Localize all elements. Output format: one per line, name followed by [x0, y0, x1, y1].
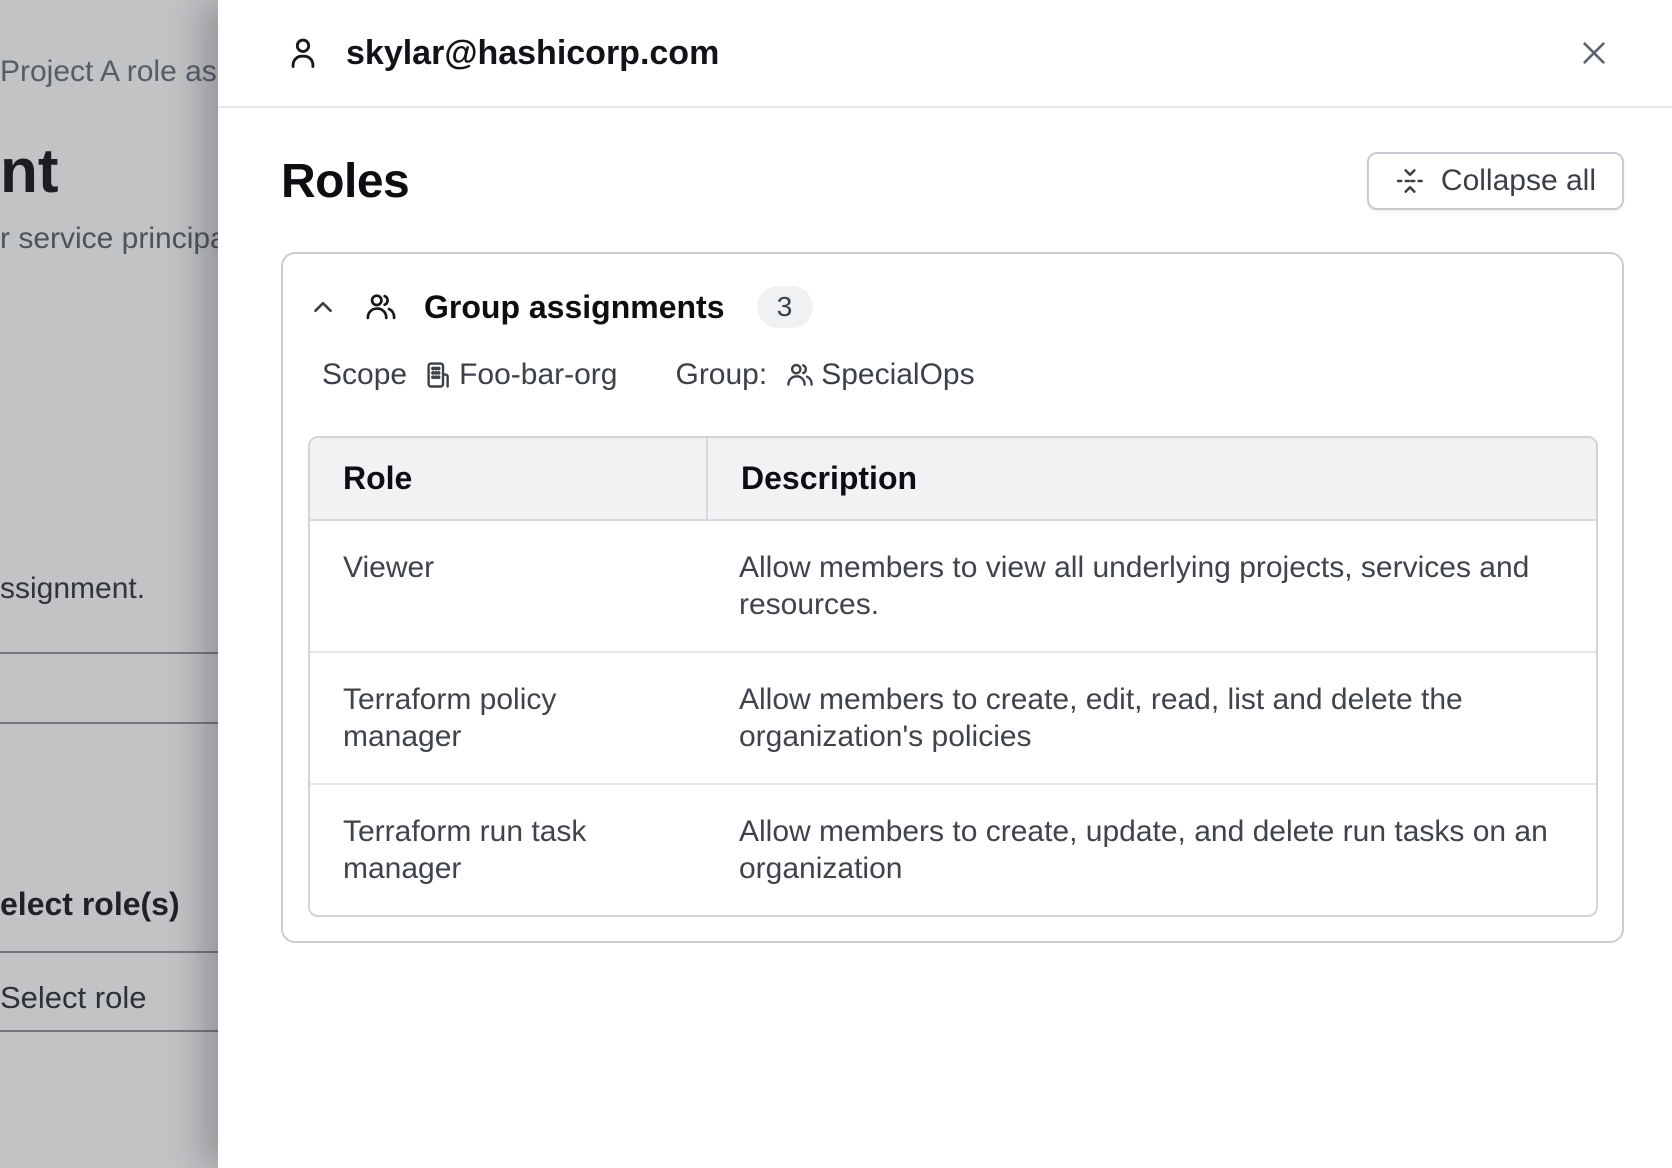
table-row: Terraform run task manager Allow members…	[310, 785, 1596, 915]
description-cell: Allow members to create, update, and del…	[706, 785, 1596, 915]
section-toggle-button[interactable]	[308, 292, 338, 322]
collapse-all-button[interactable]: Collapse all	[1367, 152, 1624, 210]
count-badge: 3	[757, 286, 813, 328]
table-row: Viewer Allow members to view all underly…	[310, 521, 1596, 653]
chevron-up-icon	[310, 294, 336, 320]
role-cell: Terraform run task manager	[310, 785, 706, 915]
background-description-text: r service principal	[0, 222, 233, 256]
page-title: Roles	[281, 154, 409, 209]
close-icon	[1578, 37, 1610, 69]
scope-label: Scope	[322, 358, 407, 392]
description-text: Allow members to view all underlying pro…	[739, 549, 1550, 623]
background-breadcrumb: Project A role assig	[0, 55, 255, 89]
person-icon	[284, 34, 322, 72]
role-cell: Viewer	[310, 521, 706, 651]
building-icon	[423, 360, 453, 390]
table-header: Role Description	[310, 438, 1596, 521]
close-button[interactable]	[1572, 31, 1616, 75]
column-header-description: Description	[706, 438, 1596, 519]
table-row: Terraform policy manager Allow members t…	[310, 653, 1596, 785]
scope-value: Foo-bar-org	[459, 358, 617, 392]
background-select-roles-label: elect role(s)	[0, 886, 180, 923]
description-cell: Allow members to view all underlying pro…	[706, 521, 1596, 651]
roles-table: Role Description Viewer Allow members to…	[308, 436, 1598, 917]
background-sentence-text: ssignment.	[0, 572, 145, 606]
background-select-placeholder: Select role	[0, 980, 146, 1016]
principal-email: skylar@hashicorp.com	[346, 34, 719, 73]
users-icon	[785, 360, 815, 390]
flyout-body: Roles Collapse all	[218, 108, 1672, 943]
group-assignments-card: Group assignments 3 Scope Foo-bar-org Gr…	[281, 252, 1624, 943]
roles-flyout-panel: skylar@hashicorp.com Roles Collaps	[218, 0, 1672, 1168]
description-cell: Allow members to create, edit, read, lis…	[706, 653, 1596, 783]
group-value: SpecialOps	[821, 358, 974, 392]
users-icon	[364, 290, 398, 324]
description-text: Allow members to create, update, and del…	[739, 813, 1550, 887]
group-assignments-header: Group assignments 3	[308, 278, 1598, 328]
group-label: Group:	[675, 358, 767, 392]
role-cell: Terraform policy manager	[310, 653, 706, 783]
flyout-header: skylar@hashicorp.com	[218, 0, 1672, 108]
column-header-role: Role	[310, 438, 706, 519]
section-title: Group assignments	[424, 289, 725, 326]
collapse-vertical-icon	[1395, 166, 1425, 196]
title-row: Roles Collapse all	[281, 152, 1624, 210]
collapse-all-label: Collapse all	[1441, 164, 1596, 198]
scope-row: Scope Foo-bar-org Group:	[322, 358, 1598, 392]
description-text: Allow members to create, edit, read, lis…	[739, 681, 1550, 755]
background-page-heading: nt	[0, 136, 59, 207]
